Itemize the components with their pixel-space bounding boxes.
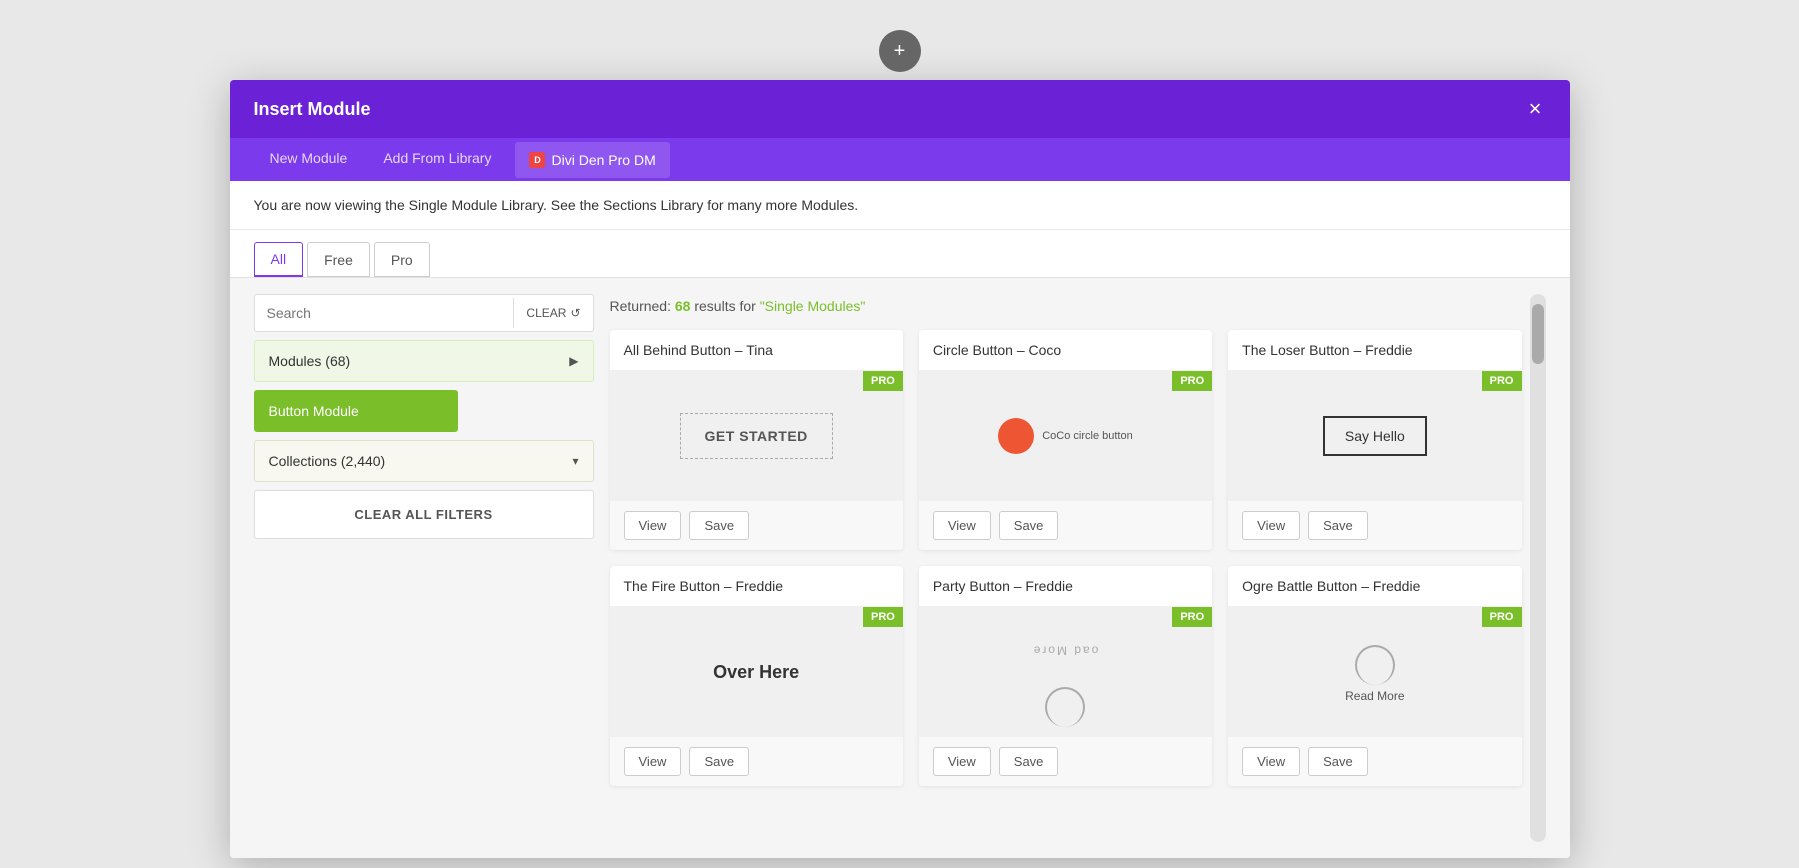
pro-badge: PRO bbox=[1172, 607, 1212, 627]
view-button[interactable]: View bbox=[624, 511, 682, 540]
module-card-title: Ogre Battle Button – Freddie bbox=[1228, 566, 1521, 607]
pro-badge: PRO bbox=[1482, 607, 1522, 627]
pro-badge: PRO bbox=[1482, 371, 1522, 391]
module-preview: PRO GET STARTED bbox=[610, 371, 903, 501]
add-module-button[interactable]: + bbox=[879, 30, 921, 72]
page-wrapper: + Insert Module × New Module Add From Li… bbox=[0, 20, 1799, 868]
modal-close-button[interactable]: × bbox=[1525, 98, 1546, 120]
save-button[interactable]: Save bbox=[1308, 747, 1368, 776]
search-box: CLEAR ↺ bbox=[254, 294, 594, 332]
pro-badge: PRO bbox=[863, 371, 903, 391]
view-button[interactable]: View bbox=[933, 747, 991, 776]
module-card-title: Circle Button – Coco bbox=[919, 330, 1212, 371]
module-card: Ogre Battle Button – Freddie PRO Read Mo… bbox=[1228, 566, 1521, 786]
search-input[interactable] bbox=[255, 295, 514, 331]
collections-filter-row[interactable]: Collections (2,440) ▾ bbox=[254, 440, 594, 482]
scrollbar-thumb[interactable] bbox=[1532, 304, 1544, 364]
view-button[interactable]: View bbox=[624, 747, 682, 776]
module-card-actions: View Save bbox=[919, 737, 1212, 786]
save-button[interactable]: Save bbox=[1308, 511, 1368, 540]
module-preview: PRO Over Here bbox=[610, 607, 903, 737]
tab-add-from-library[interactable]: Add From Library bbox=[367, 138, 507, 181]
scrollbar-track[interactable] bbox=[1530, 294, 1546, 842]
say-hello-preview: Say Hello bbox=[1323, 416, 1427, 456]
pro-badge: PRO bbox=[863, 607, 903, 627]
divi-den-icon: D bbox=[529, 152, 545, 168]
module-preview: PRO Say Hello bbox=[1228, 371, 1521, 501]
chevron-right-icon: ▶ bbox=[569, 354, 578, 368]
module-card-actions: View Save bbox=[919, 501, 1212, 550]
modal-header: Insert Module × bbox=[230, 80, 1570, 138]
arc-circle-2 bbox=[1355, 645, 1395, 685]
module-card-actions: View Save bbox=[1228, 501, 1521, 550]
module-card-title: The Fire Button – Freddie bbox=[610, 566, 903, 607]
module-card: Party Button – Freddie PRO oad More bbox=[919, 566, 1212, 786]
module-card-title: Party Button – Freddie bbox=[919, 566, 1212, 607]
content-area: CLEAR ↺ Modules (68) ▶ Button Module bbox=[230, 278, 1570, 858]
view-button[interactable]: View bbox=[1242, 747, 1300, 776]
module-preview: PRO Read More bbox=[1228, 607, 1521, 737]
chevron-down-icon: ▾ bbox=[572, 454, 578, 468]
clear-all-filters-button[interactable]: CLEAR ALL FILTERS bbox=[254, 490, 594, 539]
view-button[interactable]: View bbox=[933, 511, 991, 540]
results-info: Returned: 68 results for "Single Modules… bbox=[610, 294, 1522, 318]
modules-with-scroll: Returned: 68 results for "Single Modules… bbox=[610, 294, 1546, 842]
modules-filter-row[interactable]: Modules (68) ▶ bbox=[254, 340, 594, 382]
circle-red bbox=[998, 418, 1034, 454]
module-card: All Behind Button – Tina PRO GET STARTED… bbox=[610, 330, 903, 550]
filter-tabs-row: All Free Pro bbox=[230, 230, 1570, 278]
save-button[interactable]: Save bbox=[999, 511, 1059, 540]
filter-tab-all[interactable]: All bbox=[254, 242, 304, 277]
refresh-icon: ↺ bbox=[570, 306, 580, 320]
modules-grid-area: Returned: 68 results for "Single Modules… bbox=[610, 294, 1522, 842]
modal-body: You are now viewing the Single Module Li… bbox=[230, 181, 1570, 858]
pro-badge: PRO bbox=[1172, 371, 1212, 391]
module-card-actions: View Save bbox=[1228, 737, 1521, 786]
plus-icon: + bbox=[894, 40, 906, 63]
clear-search-button[interactable]: CLEAR ↺ bbox=[513, 298, 592, 328]
module-card: The Fire Button – Freddie PRO Over Here … bbox=[610, 566, 903, 786]
save-button[interactable]: Save bbox=[689, 747, 749, 776]
read-more-label: Read More bbox=[1345, 689, 1404, 703]
module-preview: PRO CoCo circle button bbox=[919, 371, 1212, 501]
module-card: The Loser Button – Freddie PRO Say Hello… bbox=[1228, 330, 1521, 550]
insert-module-modal: Insert Module × New Module Add From Libr… bbox=[230, 80, 1570, 858]
filter-tab-pro[interactable]: Pro bbox=[374, 242, 430, 277]
sidebar-filters: CLEAR ↺ Modules (68) ▶ Button Module bbox=[254, 294, 594, 842]
button-module-filter[interactable]: Button Module bbox=[254, 390, 458, 432]
tabs-bar: New Module Add From Library D Divi Den P… bbox=[230, 138, 1570, 181]
arc-circle bbox=[1045, 687, 1085, 727]
view-button[interactable]: View bbox=[1242, 511, 1300, 540]
circle-label: CoCo circle button bbox=[1042, 430, 1133, 442]
tab-new-module[interactable]: New Module bbox=[254, 138, 364, 181]
module-card-actions: View Save bbox=[610, 501, 903, 550]
modal-title: Insert Module bbox=[254, 99, 371, 120]
modules-grid: All Behind Button – Tina PRO GET STARTED… bbox=[610, 330, 1522, 786]
library-notice: You are now viewing the Single Module Li… bbox=[230, 181, 1570, 230]
over-here-preview: Over Here bbox=[713, 662, 799, 683]
save-button[interactable]: Save bbox=[689, 511, 749, 540]
get-started-button-preview: GET STARTED bbox=[680, 413, 833, 459]
module-card-title: All Behind Button – Tina bbox=[610, 330, 903, 371]
save-button[interactable]: Save bbox=[999, 747, 1059, 776]
filter-tab-free[interactable]: Free bbox=[307, 242, 370, 277]
module-card: Circle Button – Coco PRO CoCo circle but… bbox=[919, 330, 1212, 550]
read-more-2-preview: Read More bbox=[1345, 641, 1404, 703]
tab-divi-den-pro[interactable]: D Divi Den Pro DM bbox=[515, 142, 669, 178]
module-card-actions: View Save bbox=[610, 737, 903, 786]
read-more-arc-preview: oad More bbox=[1045, 617, 1085, 728]
module-card-title: The Loser Button – Freddie bbox=[1228, 330, 1521, 371]
module-preview: PRO oad More bbox=[919, 607, 1212, 737]
circle-button-preview: CoCo circle button bbox=[998, 418, 1133, 454]
arc-text: oad More bbox=[1032, 643, 1099, 657]
